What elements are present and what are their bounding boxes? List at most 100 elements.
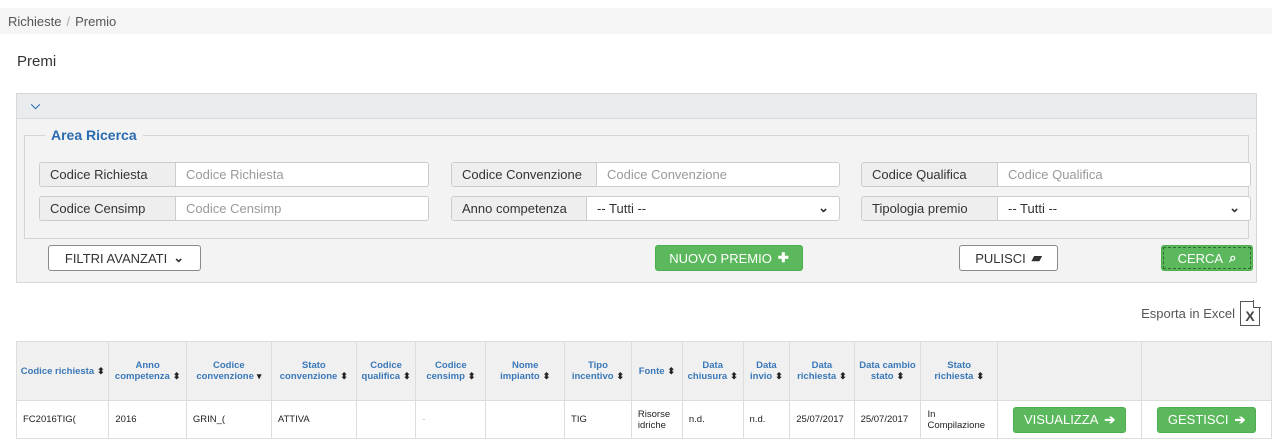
sort-desc-icon: ▾ — [256, 371, 262, 381]
visualizza-button[interactable]: VISUALIZZA ➔ — [1012, 406, 1127, 433]
sort-icon: ⬍ — [172, 371, 181, 381]
chevron-down-icon[interactable]: ⌵ — [31, 98, 40, 113]
nuovo-premio-button[interactable]: NUOVO PREMIO ✚ — [655, 245, 803, 271]
codice-richiesta-input[interactable] — [176, 163, 428, 186]
cell-gestisci: GESTISCI ➔ — [1141, 400, 1272, 439]
sort-icon: ⬍ — [467, 371, 476, 381]
col-anno-competenza[interactable]: Anno competenza ⬍ — [108, 341, 187, 401]
cell-tipo-incentivo: TIG — [564, 400, 632, 439]
cell-codice-qualifica — [355, 400, 417, 439]
anno-competenza-label: Anno competenza — [452, 197, 587, 220]
sort-icon: ⬍ — [616, 371, 625, 381]
col-data-richiesta[interactable]: Data richiesta ⬍ — [789, 341, 855, 401]
panel-header[interactable]: ⌵ — [17, 94, 1256, 119]
breadcrumb-link-richieste[interactable]: Richieste — [8, 14, 61, 29]
col-tipo-incentivo[interactable]: Tipo incentivo ⬍ — [564, 341, 632, 401]
filtri-avanzati-button[interactable]: FILTRI AVANZATI ⌄ — [48, 245, 201, 271]
sort-icon: ⬍ — [340, 371, 348, 381]
col-data-invio[interactable]: Data invio ⬍ — [742, 341, 791, 401]
tipologia-premio-select[interactable]: -- Tutti -- ⌄ — [998, 197, 1250, 220]
cell-codice-richiesta: FC2016TIG( — [15, 400, 110, 439]
pulisci-label: PULISCI — [975, 250, 1026, 266]
cell-codice-censimp: - — [415, 400, 487, 439]
page-title: Premi — [17, 53, 57, 70]
export-excel-label: Esporta in Excel — [1141, 306, 1235, 321]
codice-qualifica-label: Codice Qualifica — [862, 163, 998, 186]
tipologia-premio-selected: -- Tutti -- — [1008, 201, 1058, 216]
tipologia-premio-field: Tipologia premio -- Tutti -- ⌄ — [861, 196, 1251, 221]
breadcrumb-current: Premio — [75, 14, 117, 29]
search-icon: ⌕ — [1229, 250, 1237, 265]
cell-stato-convenzione: ATTIVA — [270, 400, 357, 439]
col-codice-qualifica[interactable]: Codice qualifica ⬍ — [355, 341, 417, 401]
breadcrumb-separator: / — [66, 14, 71, 29]
excel-icon: X — [1240, 300, 1261, 326]
col-data-cambio-stato[interactable]: Data cambio stato ⬍ — [853, 341, 922, 401]
sort-icon: ⬍ — [775, 371, 783, 381]
tipologia-premio-label: Tipologia premio — [862, 197, 998, 220]
cell-data-cambio-stato: 25/07/2017 — [853, 400, 922, 439]
anno-competenza-field: Anno competenza -- Tutti -- ⌄ — [451, 196, 840, 221]
sort-icon: ⬍ — [542, 371, 551, 381]
cell-stato-richiesta: In Compilazione — [920, 400, 998, 439]
col-data-chiusura[interactable]: Data chiusura ⬍ — [681, 341, 744, 401]
chevron-down-icon: ⌄ — [173, 250, 185, 265]
excel-icon-letter: X — [1245, 308, 1255, 324]
gestisci-button[interactable]: GESTISCI ➔ — [1156, 406, 1257, 433]
sort-icon: ⬍ — [976, 371, 984, 381]
export-excel-link[interactable]: Esporta in Excel X — [1141, 300, 1261, 326]
codice-censimp-input[interactable] — [176, 197, 428, 220]
arrow-right-icon: ➔ — [1104, 412, 1116, 427]
col-actions-manage — [1141, 341, 1272, 401]
col-stato-convenzione[interactable]: Stato convenzione ⬍ — [270, 341, 357, 401]
col-fonte[interactable]: Fonte ⬍ — [630, 341, 683, 401]
chevron-down-icon: ⌄ — [1229, 200, 1240, 215]
search-panel: ⌵ Area Ricerca Codice Richiesta Codice C… — [16, 93, 1257, 283]
chevron-down-icon: ⌄ — [818, 200, 829, 215]
filtri-avanzati-label: FILTRI AVANZATI — [64, 250, 168, 266]
codice-convenzione-field: Codice Convenzione — [451, 162, 840, 187]
sort-icon: ⬍ — [403, 371, 411, 381]
sort-icon: ⬍ — [667, 365, 676, 376]
sort-icon: ⬍ — [730, 371, 738, 381]
codice-censimp-label: Codice Censimp — [40, 197, 176, 220]
codice-qualifica-field: Codice Qualifica — [861, 162, 1251, 187]
arrow-right-icon: ➔ — [1234, 412, 1246, 427]
col-stato-richiesta[interactable]: Stato richiesta ⬍ — [920, 341, 998, 401]
col-nome-impianto[interactable]: Nome impianto ⬍ — [485, 341, 566, 401]
search-area-legend: Area Ricerca — [51, 127, 137, 143]
nuovo-premio-label: NUOVO PREMIO — [669, 250, 772, 266]
pulisci-button[interactable]: PULISCI ▰ — [959, 245, 1058, 271]
cell-nome-impianto — [485, 400, 566, 439]
cerca-button[interactable]: CERCA ⌕ — [1161, 245, 1253, 271]
sort-icon: ⬍ — [97, 365, 105, 376]
anno-competenza-selected: -- Tutti -- — [597, 201, 647, 216]
sort-icon: ⬍ — [896, 371, 905, 381]
cell-data-richiesta: 25/07/2017 — [789, 400, 855, 439]
anno-competenza-select[interactable]: -- Tutti -- ⌄ — [587, 197, 839, 220]
col-actions-view — [996, 341, 1143, 401]
cell-data-chiusura: n.d. — [681, 400, 744, 439]
cell-codice-convenzione: GRIN_( — [185, 400, 272, 439]
breadcrumb: Richieste / Premio — [0, 8, 1272, 34]
results-table: Codice richiesta ⬍ Anno competenza ⬍ Codic… — [15, 341, 1272, 439]
col-codice-richiesta[interactable]: Codice richiesta ⬍ — [15, 341, 110, 401]
cell-anno: 2016 — [108, 400, 187, 439]
codice-richiesta-field: Codice Richiesta — [39, 162, 429, 187]
table-row: FC2016TIG( 2016 GRIN_( ATTIVA - TIG Riso… — [15, 400, 1272, 439]
sort-icon: ⬍ — [839, 371, 847, 381]
eraser-icon: ▰ — [1031, 250, 1042, 265]
cell-fonte: Risorse idriche — [630, 400, 683, 439]
cell-data-invio: n.d. — [742, 400, 791, 439]
col-codice-convenzione[interactable]: Codice convenzione ▾ — [185, 341, 272, 401]
plus-icon: ✚ — [777, 250, 789, 265]
codice-convenzione-input[interactable] — [597, 163, 839, 186]
table-header-row: Codice richiesta ⬍ Anno competenza ⬍ Codic… — [15, 341, 1272, 401]
codice-richiesta-label: Codice Richiesta — [40, 163, 176, 186]
col-codice-censimp[interactable]: Codice censimp ⬍ — [415, 341, 487, 401]
cerca-label: CERCA — [1177, 250, 1224, 266]
codice-convenzione-label: Codice Convenzione — [452, 163, 597, 186]
codice-censimp-field: Codice Censimp — [39, 196, 429, 221]
cell-visualizza: VISUALIZZA ➔ — [996, 400, 1143, 439]
codice-qualifica-input[interactable] — [998, 163, 1250, 186]
